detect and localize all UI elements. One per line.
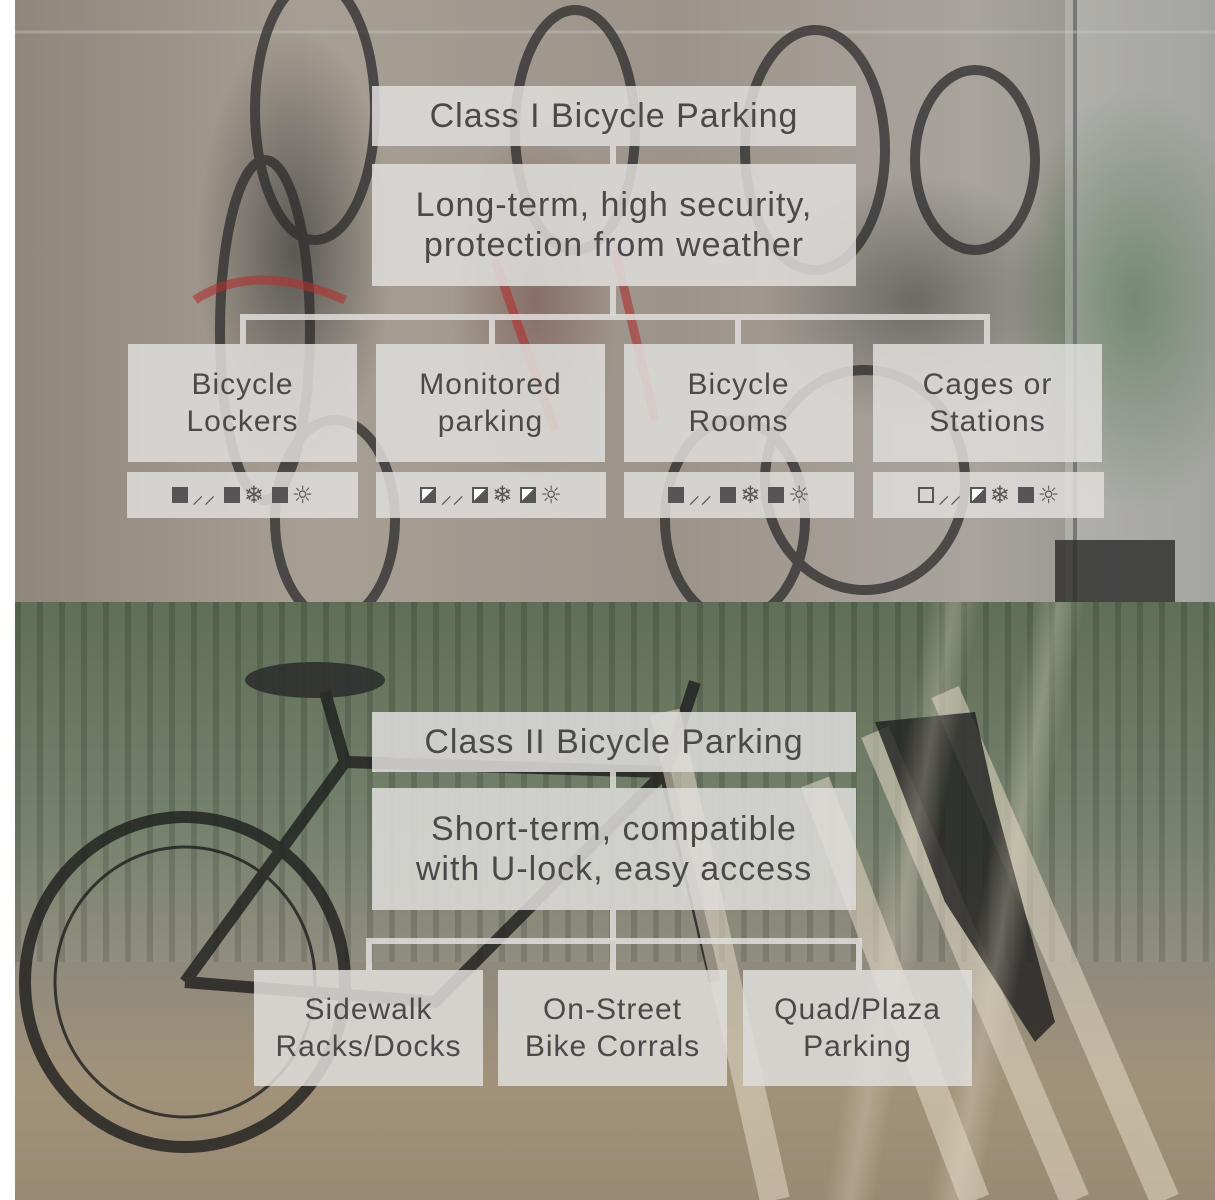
class1-description: Long-term, high security, protection fro… xyxy=(372,164,856,286)
level-square-full xyxy=(271,487,288,503)
type-label-line2: parking xyxy=(437,405,544,438)
protection-level-half: ❄ xyxy=(969,481,1010,509)
type-bicycle-lockers: Bicycle Lockers xyxy=(128,344,357,462)
level-square-full xyxy=(223,487,240,503)
type-label-line1: Cages or xyxy=(922,368,1053,401)
class1-description-line1: Long-term, high security, xyxy=(415,186,813,224)
rain-icon: ⸝⸝ xyxy=(688,481,713,509)
weather-rating-bicycle-rooms: ⸝⸝ ❄ ☼ xyxy=(624,472,854,518)
level-square-half xyxy=(969,487,986,503)
connector-line xyxy=(735,320,741,344)
type-label-line2: Lockers xyxy=(186,405,299,438)
rain-icon: ⸝⸝ xyxy=(937,481,962,509)
snow-icon: ❄ xyxy=(492,481,513,509)
type-label-line1: Bicycle xyxy=(191,368,294,401)
level-square-full xyxy=(668,487,685,503)
sun-icon: ☼ xyxy=(788,481,810,509)
protection-level-full: ❄ xyxy=(223,481,264,509)
connector-line xyxy=(984,320,990,344)
protection-level-full: ⸝⸝ xyxy=(171,481,216,509)
type-quad-plaza-parking: Quad/Plaza Parking xyxy=(743,970,972,1086)
protection-level-empty: ⸝⸝ xyxy=(917,481,962,509)
type-label-line2: Parking xyxy=(803,1030,912,1063)
rain-icon: ⸝⸝ xyxy=(440,481,465,509)
connector-line xyxy=(366,944,372,970)
class2-description-line2: with U-lock, easy access xyxy=(415,850,813,888)
type-label-line2: Bike Corrals xyxy=(524,1030,701,1063)
sun-icon: ☼ xyxy=(540,481,562,509)
protection-level-half: ❄ xyxy=(472,481,513,509)
connector-line xyxy=(489,320,495,344)
connector-line xyxy=(610,944,616,970)
class1-description-line2: protection from weather xyxy=(423,226,805,264)
type-label-line1: On-Street xyxy=(542,993,683,1026)
type-label-line1: Bicycle xyxy=(687,368,790,401)
type-on-street-corrals: On-Street Bike Corrals xyxy=(498,970,727,1086)
type-label-line1: Monitored xyxy=(419,368,562,401)
type-label-line2: Rooms xyxy=(688,405,789,438)
type-label-line2: Stations xyxy=(929,405,1046,438)
sun-icon: ☼ xyxy=(291,481,314,509)
connector-line xyxy=(240,320,246,344)
type-label-line2: Racks/Docks xyxy=(275,1030,462,1063)
connector-line xyxy=(610,286,616,316)
class2-description-line1: Short-term, compatible xyxy=(431,810,797,848)
weather-rating-monitored-parking: ⸝⸝ ❄ ☼ xyxy=(376,472,606,518)
weather-rating-bicycle-lockers: ⸝⸝ ❄ ☼ xyxy=(127,472,358,518)
type-bicycle-rooms: Bicycle Rooms xyxy=(624,344,853,462)
connector-line xyxy=(610,910,616,940)
connector-line xyxy=(610,772,616,788)
level-square-half xyxy=(420,487,437,503)
connector-line xyxy=(610,146,616,164)
class2-description: Short-term, compatible with U-lock, easy… xyxy=(372,788,856,910)
type-label-line1: Sidewalk xyxy=(304,993,433,1026)
connector-line xyxy=(856,944,862,970)
level-square-full xyxy=(1017,487,1034,503)
rain-icon: ⸝⸝ xyxy=(191,481,216,509)
class2-title: Class II Bicycle Parking xyxy=(372,712,856,772)
snow-icon: ❄ xyxy=(989,481,1010,509)
class1-title: Class I Bicycle Parking xyxy=(372,86,856,146)
protection-level-full: ☼ xyxy=(271,481,314,509)
snow-icon: ❄ xyxy=(243,481,264,509)
protection-level-full: ☼ xyxy=(1017,481,1060,509)
protection-level-half: ⸝⸝ xyxy=(420,481,465,509)
protection-level-full: ⸝⸝ xyxy=(668,481,713,509)
level-square-full xyxy=(171,487,188,503)
level-square-empty xyxy=(917,487,934,503)
protection-level-half: ☼ xyxy=(520,481,562,509)
snow-icon: ❄ xyxy=(740,481,761,509)
protection-level-full: ☼ xyxy=(768,481,810,509)
level-square-half xyxy=(472,487,489,503)
sun-icon: ☼ xyxy=(1037,481,1060,509)
level-square-half xyxy=(520,487,537,503)
protection-level-full: ❄ xyxy=(720,481,761,509)
connector-line xyxy=(240,314,990,320)
class1-title-text: Class I Bicycle Parking xyxy=(429,96,799,135)
type-label-line1: Quad/Plaza xyxy=(774,993,941,1026)
level-square-full xyxy=(720,487,737,503)
weather-rating-cages-or-stations: ⸝⸝ ❄ ☼ xyxy=(873,472,1104,518)
type-monitored-parking: Monitored parking xyxy=(376,344,605,462)
type-cages-or-stations: Cages or Stations xyxy=(873,344,1102,462)
type-sidewalk-racks: Sidewalk Racks/Docks xyxy=(254,970,483,1086)
class2-title-text: Class II Bicycle Parking xyxy=(424,722,804,761)
level-square-full xyxy=(768,487,785,503)
